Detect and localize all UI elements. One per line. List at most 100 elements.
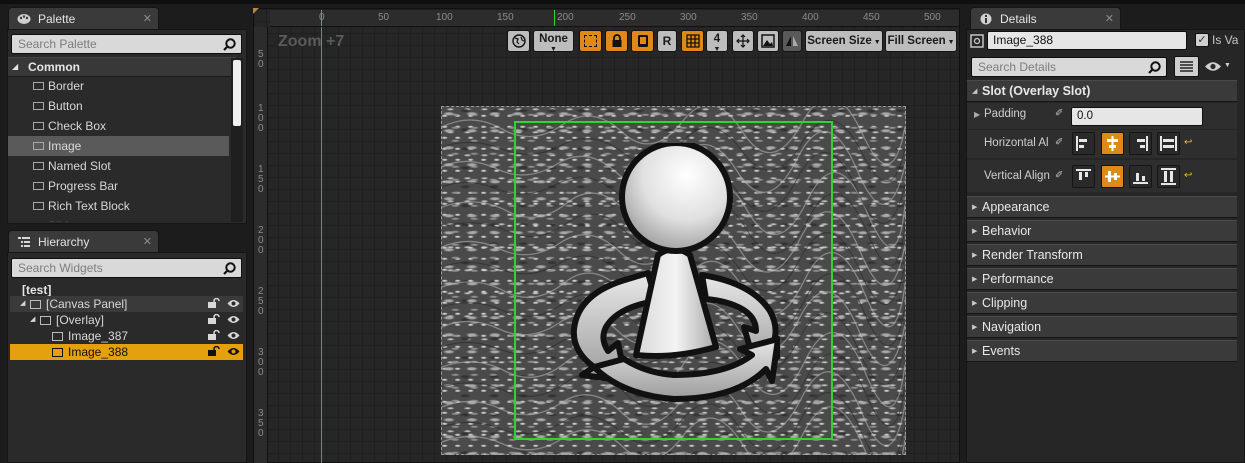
flip-toggle[interactable] (782, 30, 802, 52)
background-image-toggle[interactable] (757, 30, 779, 52)
expand-arrow-icon: ▶ (972, 228, 978, 235)
details-section[interactable]: ▶ Clipping (967, 292, 1237, 314)
palette-item[interactable]: Progress Bar (8, 176, 229, 196)
details-section-label: Appearance (982, 200, 1050, 214)
bind-icon[interactable]: ✐ (1055, 170, 1063, 181)
v-align-top-button[interactable] (1072, 165, 1095, 188)
hierarchy-node[interactable]: ◢ [Overlay] (10, 312, 243, 328)
hierarchy-node[interactable]: Image_387 (10, 328, 243, 344)
v-align-bottom-button[interactable] (1129, 165, 1152, 188)
section-slot-overlay[interactable]: ◢ Slot (Overlay Slot) (967, 80, 1237, 102)
none-dropdown[interactable]: None ▼ (533, 30, 574, 53)
palette-item[interactable]: Slid... (8, 216, 229, 222)
details-section[interactable]: ▶ Events (967, 340, 1237, 362)
fill-screen-dropdown[interactable]: Fill Screen ▼ (885, 30, 957, 52)
padding-input[interactable]: 0.0 (1071, 107, 1203, 126)
ruler-tick-label: 450 (863, 12, 880, 23)
device-icon (637, 35, 648, 47)
palette-item[interactable]: Rich Text Block (8, 196, 229, 216)
visibility-eye-icon[interactable] (227, 314, 240, 325)
details-search-input[interactable]: Search Details (971, 57, 1167, 77)
zoom-to-fit-button[interactable] (732, 30, 754, 52)
lock-icon[interactable] (207, 314, 220, 325)
reset-to-default-icon[interactable]: ↩ (1184, 170, 1192, 181)
visibility-eye-icon[interactable] (1204, 61, 1222, 72)
respect-locks-toggle[interactable] (631, 30, 654, 52)
palette-item[interactable]: Border (8, 76, 229, 96)
palette-item[interactable]: Button (8, 96, 229, 116)
close-icon[interactable]: ✕ (143, 235, 152, 248)
tab-details[interactable]: Details ✕ (970, 7, 1121, 29)
visibility-eye-icon[interactable] (227, 330, 240, 341)
ruler-tick-label: 100 (436, 12, 453, 23)
reset-to-default-icon[interactable]: ↩ (1184, 137, 1192, 148)
details-section[interactable]: ▶ Performance (967, 268, 1237, 290)
chevron-down-icon[interactable]: ▼ (1224, 62, 1231, 69)
v-align-fill-button[interactable] (1157, 165, 1180, 188)
screen-size-dropdown[interactable]: Screen Size ▼ (805, 30, 883, 52)
palette-item[interactable]: Image (8, 136, 229, 156)
palette-category-common[interactable]: ◢ Common (8, 57, 236, 77)
tab-palette[interactable]: Palette ✕ (8, 7, 159, 29)
ruler-cyan-marker (321, 10, 322, 26)
lock-toggle[interactable] (605, 30, 628, 52)
r-toggle-button[interactable]: R (657, 30, 677, 52)
search-icon (1148, 61, 1161, 74)
dashed-bounds-toggle[interactable] (579, 30, 602, 52)
grid-size-dropdown[interactable]: 4 ▼ (706, 30, 728, 53)
palette-item[interactable]: Check Box (8, 116, 229, 136)
h-align-right-button[interactable] (1129, 132, 1152, 155)
bind-icon[interactable]: ✐ (1055, 137, 1063, 148)
details-section[interactable]: ▶ Appearance (967, 196, 1237, 218)
expand-arrow-icon[interactable]: ◢ (20, 296, 25, 312)
bind-icon[interactable]: ✐ (1055, 108, 1063, 119)
visibility-eye-icon[interactable] (227, 298, 240, 309)
widget-name-field[interactable]: Image_388 (987, 31, 1187, 50)
palette-item-label: Check Box (48, 119, 107, 133)
details-section[interactable]: ▶ Navigation (967, 316, 1237, 338)
h-align-fill-button[interactable] (1157, 132, 1180, 155)
ruler-tick-label: 150 (497, 12, 514, 23)
hierarchy-node[interactable]: ◢ [Canvas Panel] (10, 296, 243, 312)
details-section[interactable]: ▶ Behavior (967, 220, 1237, 242)
expand-arrow-icon[interactable]: ◢ (30, 312, 35, 328)
expand-arrow-icon[interactable]: ▶ (974, 110, 980, 119)
visibility-eye-icon[interactable] (227, 346, 240, 357)
expand-arrow-icon: ▶ (972, 348, 978, 355)
hierarchy-node[interactable]: Image_388 (10, 344, 243, 360)
close-icon[interactable]: ✕ (1105, 12, 1114, 25)
palette-search-input[interactable]: Search Palette (11, 34, 242, 54)
scrollbar-thumb[interactable] (233, 60, 241, 126)
h-align-center-button[interactable] (1101, 132, 1124, 155)
world-space-toggle[interactable] (507, 30, 530, 52)
property-matrix-button[interactable] (1174, 56, 1199, 77)
is-variable-checkbox[interactable]: ✓ (1195, 33, 1209, 47)
lock-icon[interactable] (207, 298, 220, 309)
lock-icon (612, 34, 621, 47)
close-icon[interactable]: ✕ (143, 12, 152, 25)
expand-arrow-icon: ▶ (972, 252, 978, 259)
palette-item-list: Border Button Check Box Image Named Slot Prog… (8, 76, 229, 222)
palette-scrollbar[interactable] (231, 58, 243, 222)
ruler-tick-label: 0 (258, 59, 264, 70)
lock-icon[interactable] (207, 330, 220, 341)
hierarchy-search-input[interactable]: Search Widgets (11, 258, 242, 278)
tab-hierarchy[interactable]: Hierarchy ✕ (8, 230, 159, 252)
h-align-left-button[interactable] (1072, 132, 1095, 155)
details-section[interactable]: ▶ Render Transform (967, 244, 1237, 266)
expand-arrow-icon: ▶ (972, 324, 978, 331)
v-align-center-button[interactable] (1101, 165, 1124, 188)
grid-icon (685, 34, 700, 48)
ruler-tick-label: 0 (258, 367, 264, 378)
grid-snap-toggle[interactable] (681, 30, 704, 52)
palette-item[interactable]: Named Slot (8, 156, 229, 176)
palette-item-label: Button (48, 99, 83, 113)
hierarchy-tree: ◢ [Canvas Panel] ◢ [Overlay] Image_387 Image_… (10, 296, 243, 366)
lock-icon[interactable] (207, 346, 220, 357)
ruler-tick-label: 0 (258, 123, 264, 134)
widget-type-icon (33, 182, 44, 190)
ruler-tick-label: 500 (924, 12, 941, 23)
ruler-tick-label: 0 (258, 306, 264, 317)
v-align-label: Vertical Align (984, 170, 1050, 182)
list-view-icon (1180, 61, 1193, 72)
